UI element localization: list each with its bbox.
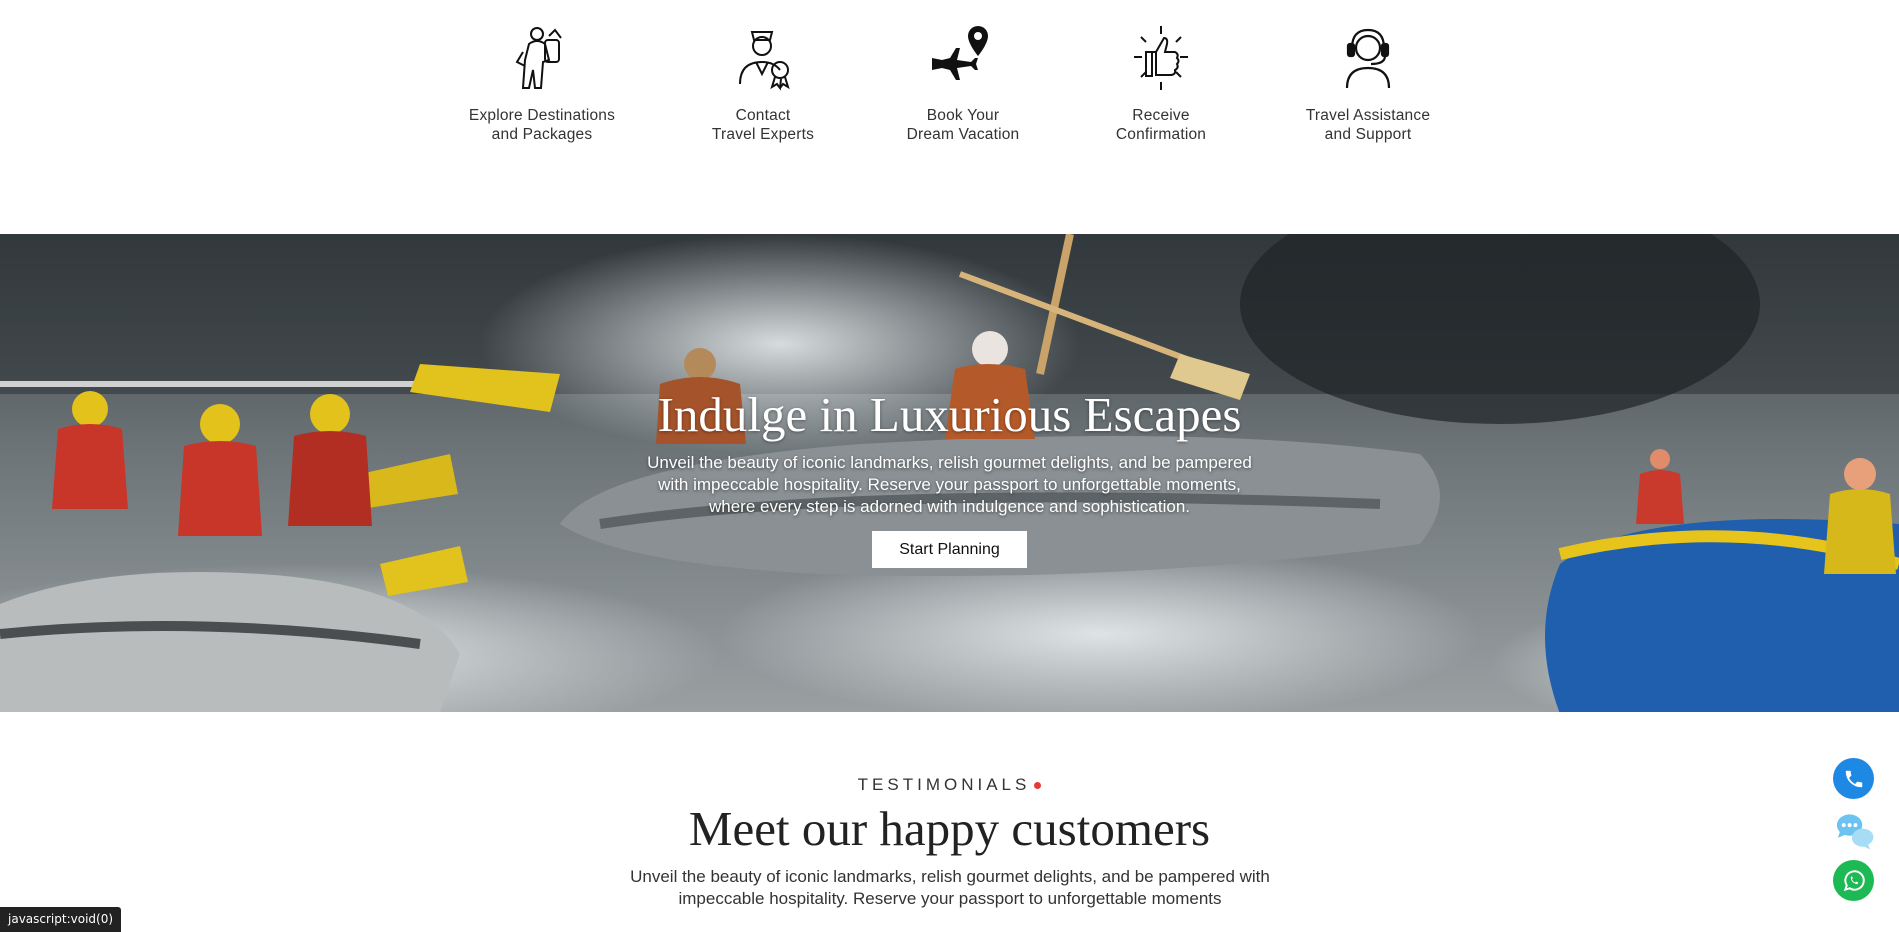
traveler-backpack-icon xyxy=(515,27,562,89)
support-headset-icon xyxy=(1345,28,1391,89)
hero-description: Unveil the beauty of iconic landmarks, r… xyxy=(610,452,1289,518)
step-label-line1: Contact xyxy=(735,107,791,124)
step-label-line1: Explore Destinations xyxy=(468,107,616,124)
hero-text-line: Unveil the beauty of iconic landmarks, r… xyxy=(647,453,1252,472)
step-label-line1: Travel Assistance xyxy=(1305,107,1431,124)
whatsapp-icon xyxy=(1843,869,1865,891)
phone-button[interactable] xyxy=(1833,758,1874,799)
hero-text-line: with impeccable hospitality. Reserve you… xyxy=(658,475,1241,494)
step-label-line1: Book Your xyxy=(926,107,1000,124)
chat-button[interactable] xyxy=(1833,809,1874,850)
chat-icon xyxy=(1836,813,1874,850)
step-explore[interactable]: Explore Destinations and Packages xyxy=(432,22,652,144)
accent-dot xyxy=(1034,782,1042,790)
testimonials-description: Unveil the beauty of iconic landmarks, r… xyxy=(580,866,1320,910)
step-label-line2: Confirmation xyxy=(1115,126,1207,143)
phone-icon xyxy=(1845,770,1862,787)
step-label-line2: and Support xyxy=(1324,126,1412,143)
hero-title: Indulge in Luxurious Escapes xyxy=(657,387,1242,442)
testimonials-title: Meet our happy customers xyxy=(688,801,1211,856)
eyebrow-label: TESTIMONIALS xyxy=(857,775,1031,794)
step-label-line2: Travel Experts xyxy=(711,126,815,143)
step-support[interactable]: Travel Assistance and Support xyxy=(1258,22,1478,144)
testimonials-eyebrow: TESTIMONIALS xyxy=(0,775,1899,795)
step-label-line2: Dream Vacation xyxy=(906,126,1020,143)
section-text-line: Unveil the beauty of iconic landmarks, r… xyxy=(630,867,1270,886)
step-label-line1: Receive xyxy=(1132,107,1190,124)
thumbs-up-icon xyxy=(1134,26,1188,90)
hero-text-line: where every step is adorned with indulge… xyxy=(708,497,1190,516)
browser-status-bar: javascript:void(0) xyxy=(0,907,122,932)
step-book[interactable]: Book Your Dream Vacation xyxy=(853,22,1073,144)
step-label-line2: and Packages xyxy=(491,126,593,143)
travel-expert-icon xyxy=(739,31,790,91)
start-planning-button[interactable]: Start Planning xyxy=(872,531,1027,568)
plane-location-icon xyxy=(932,26,988,80)
whatsapp-button[interactable] xyxy=(1833,860,1874,901)
step-contact[interactable]: Contact Travel Experts xyxy=(653,22,873,144)
section-text-line: impeccable hospitality. Reserve your pas… xyxy=(678,889,1222,908)
step-confirm[interactable]: Receive Confirmation xyxy=(1051,22,1271,144)
process-steps: Explore Destinations and Packages Contact… xyxy=(0,0,1899,234)
